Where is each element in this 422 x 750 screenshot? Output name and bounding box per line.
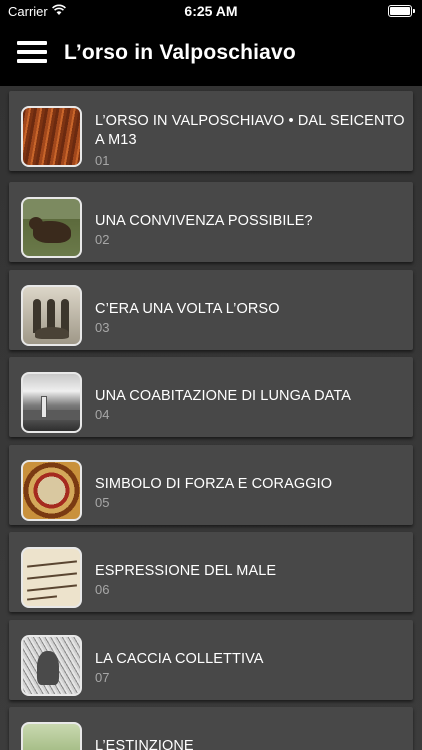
- chapter-item-01[interactable]: L’ORSO IN VALPOSCHIAVO • DAL SEICENTO A …: [9, 91, 413, 171]
- chapter-number: 02: [95, 232, 110, 247]
- brown-bear-thumbnail: [21, 197, 82, 258]
- chapter-number: 05: [95, 495, 110, 510]
- chapter-number: 03: [95, 320, 110, 335]
- page-title: L’orso in Valposchiavo: [64, 41, 296, 64]
- chapter-item-06[interactable]: ESPRESSIONE DEL MALE 06: [9, 532, 413, 612]
- chapter-number: 06: [95, 582, 110, 597]
- status-bar: Carrier 6:25 AM: [0, 0, 422, 22]
- chapter-title: L’ORSO IN VALPOSCHIAVO • DAL SEICENTO A …: [95, 113, 405, 148]
- chapter-number: 07: [95, 670, 110, 685]
- hunters-photo-thumbnail: [21, 285, 82, 346]
- bear-fur-thumbnail: [21, 106, 82, 167]
- chapter-title: LA CACCIA COLLETTIVA: [95, 651, 264, 667]
- village-photo-thumbnail: [21, 372, 82, 433]
- chapter-title: C’ERA UNA VOLTA L’ORSO: [95, 301, 280, 317]
- clock: 6:25 AM: [184, 3, 238, 19]
- chapter-title: SIMBOLO DI FORZA E CORAGGIO: [95, 476, 333, 492]
- coat-of-arms-thumbnail: [21, 460, 82, 521]
- chapter-item-08[interactable]: L’ESTINZIONE: [9, 707, 413, 750]
- chapter-item-07[interactable]: LA CACCIA COLLETTIVA 07: [9, 620, 413, 700]
- chapter-title: UNA COABITAZIONE DI LUNGA DATA: [95, 388, 351, 404]
- chapter-item-05[interactable]: SIMBOLO DI FORZA E CORAGGIO 05: [9, 445, 413, 525]
- chapter-title: UNA CONVIVENZA POSSIBILE?: [95, 213, 313, 229]
- battery-icon: [388, 5, 415, 17]
- illustration-thumbnail: [21, 722, 82, 750]
- chapter-item-03[interactable]: C’ERA UNA VOLTA L’ORSO 03: [9, 270, 413, 350]
- chapter-title: L’ESTINZIONE: [95, 738, 194, 750]
- chapter-title: ESPRESSIONE DEL MALE: [95, 563, 277, 579]
- chapter-list[interactable]: L’ORSO IN VALPOSCHIAVO • DAL SEICENTO A …: [0, 86, 422, 750]
- hamburger-menu-icon[interactable]: [17, 39, 47, 65]
- chapter-item-02[interactable]: UNA CONVIVENZA POSSIBILE? 02: [9, 182, 413, 262]
- manuscript-thumbnail: [21, 547, 82, 608]
- engraving-thumbnail: [21, 635, 82, 696]
- navigation-bar: L’orso in Valposchiavo: [0, 22, 422, 86]
- chapter-number: 01: [95, 153, 110, 168]
- chapter-number: 04: [95, 407, 110, 422]
- chapter-item-04[interactable]: UNA COABITAZIONE DI LUNGA DATA 04: [9, 357, 413, 437]
